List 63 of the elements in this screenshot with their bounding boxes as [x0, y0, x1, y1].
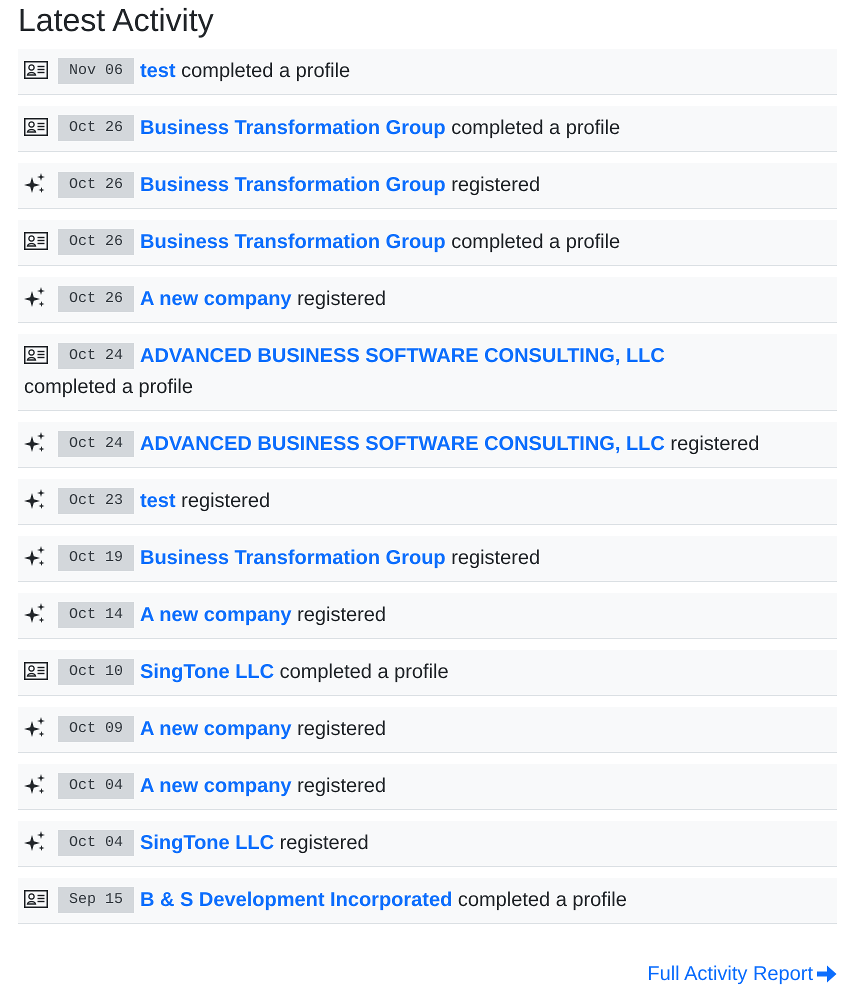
date-badge: Oct 14	[58, 602, 134, 628]
company-link[interactable]: Business Transformation Group	[140, 174, 446, 196]
action-text: completed a profile	[280, 661, 449, 683]
sparkles-icon	[24, 716, 46, 739]
action-text: registered	[451, 547, 540, 569]
sparkles-icon	[24, 602, 46, 625]
action-text: completed a profile	[451, 117, 620, 139]
company-link[interactable]: Business Transformation Group	[140, 547, 446, 569]
company-link[interactable]: A new company	[140, 288, 292, 310]
profile-card-icon	[24, 346, 48, 364]
company-link[interactable]: A new company	[140, 718, 292, 740]
company-link[interactable]: Business Transformation Group	[140, 231, 446, 253]
action-text: registered	[297, 604, 386, 626]
profile-card-icon	[24, 662, 48, 680]
company-link[interactable]: test	[140, 60, 176, 82]
company-link[interactable]: A new company	[140, 604, 292, 626]
sparkles-icon	[24, 546, 46, 568]
action-text: registered	[297, 288, 386, 310]
sparkles-icon	[24, 830, 46, 853]
action-text: registered	[280, 832, 369, 854]
sparkles-icon	[24, 488, 46, 511]
date-badge: Oct 26	[58, 114, 134, 141]
date-badge: Nov 06	[58, 58, 134, 84]
date-badge: Sep 15	[58, 886, 134, 913]
date-badge: Oct 10	[58, 658, 134, 685]
date-badge: Oct 04	[58, 830, 134, 856]
company-link[interactable]: ADVANCED BUSINESS SOFTWARE CONSULTING, LLC	[140, 345, 665, 367]
profile-card-icon	[24, 890, 48, 908]
profile-card-icon	[24, 60, 48, 79]
action-text: registered	[451, 174, 540, 196]
date-badge: Oct 09	[58, 716, 134, 742]
action-text: registered	[670, 433, 760, 455]
action-text: registered	[297, 718, 386, 740]
action-text: completed a profile	[451, 231, 620, 253]
action-text: registered	[181, 490, 270, 512]
profile-card-icon	[24, 118, 48, 136]
company-link[interactable]: ADVANCED BUSINESS SOFTWARE CONSULTING, LLC	[140, 433, 665, 455]
full-activity-report-link[interactable]: Full Activity Report	[647, 960, 837, 988]
arrow-right-icon	[817, 965, 837, 983]
company-link[interactable]: SingTone LLC	[140, 832, 274, 854]
sparkles-icon	[24, 432, 46, 454]
date-badge: Oct 24	[58, 430, 134, 457]
date-badge: Oct 04	[58, 772, 134, 799]
action-text: completed a profile	[24, 376, 193, 398]
action-text: completed a profile	[181, 60, 350, 82]
company-link[interactable]: B & S Development Incorporated	[140, 889, 452, 911]
company-link[interactable]: A new company	[140, 775, 292, 797]
profile-card-icon	[24, 232, 48, 250]
section-title: Latest Activity	[18, 1, 214, 39]
sparkles-icon	[24, 172, 46, 195]
date-badge: Oct 26	[58, 228, 134, 255]
sparkles-icon	[24, 774, 46, 796]
action-text: registered	[297, 775, 386, 797]
company-link[interactable]: SingTone LLC	[140, 661, 274, 683]
date-badge: Oct 19	[58, 544, 134, 571]
date-badge: Oct 24	[58, 342, 134, 369]
date-badge: Oct 23	[58, 488, 134, 514]
company-link[interactable]: Business Transformation Group	[140, 117, 446, 139]
date-badge: Oct 26	[58, 286, 134, 312]
action-text: completed a profile	[458, 889, 627, 911]
sparkles-icon	[24, 286, 46, 309]
date-badge: Oct 26	[58, 172, 134, 198]
company-link[interactable]: test	[140, 490, 176, 512]
